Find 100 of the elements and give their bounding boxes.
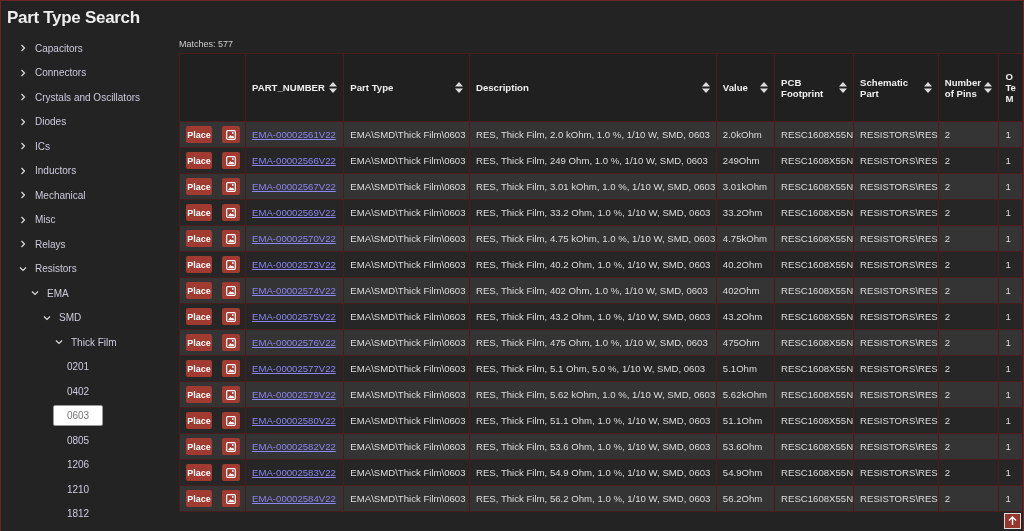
part-number-link[interactable]: EMA-00002574V22: [252, 285, 336, 296]
part-number-link[interactable]: EMA-00002583V22: [252, 467, 336, 478]
column-header[interactable]: Number of Pins: [938, 53, 999, 122]
image-icon[interactable]: [222, 178, 240, 195]
image-icon[interactable]: [222, 360, 240, 377]
table-cell: EMA\SMD\Thick Film\0603: [343, 303, 470, 330]
chevron-icon[interactable]: [19, 142, 27, 151]
sort-icon[interactable]: [760, 82, 769, 93]
column-header[interactable]: Part Type: [343, 53, 470, 122]
place-button[interactable]: Place: [186, 360, 212, 377]
tree-item[interactable]: 0603: [53, 405, 103, 427]
sort-icon[interactable]: [329, 82, 338, 93]
image-icon[interactable]: [222, 490, 240, 507]
tree-item[interactable]: Inductors: [35, 165, 77, 177]
tree-item[interactable]: SMD: [59, 312, 82, 324]
place-button[interactable]: Place: [186, 204, 212, 221]
part-number-link[interactable]: EMA-00002573V22: [252, 259, 336, 270]
image-icon[interactable]: [222, 152, 240, 169]
place-button[interactable]: Place: [186, 178, 212, 195]
place-button[interactable]: Place: [186, 308, 212, 325]
tree-item[interactable]: 0805: [53, 430, 103, 450]
column-header[interactable]: Description: [469, 53, 717, 122]
place-button[interactable]: Place: [186, 412, 212, 429]
part-number-link[interactable]: EMA-00002570V22: [252, 233, 336, 244]
part-number-link[interactable]: EMA-00002580V22: [252, 415, 336, 426]
column-header[interactable]: PCB Footprint: [774, 53, 854, 122]
tree-item[interactable]: 0402: [53, 381, 103, 401]
part-number-link[interactable]: EMA-00002575V22: [252, 311, 336, 322]
table-cell: EMA\SMD\Thick Film\0603: [343, 121, 470, 148]
column-header[interactable]: PART_NUMBER: [245, 53, 344, 122]
tree-item[interactable]: Connectors: [35, 67, 87, 79]
place-button[interactable]: Place: [186, 152, 212, 169]
tree-item[interactable]: 1206: [53, 455, 103, 475]
image-icon[interactable]: [222, 256, 240, 273]
table-cell: RESC1608X55N: [774, 459, 854, 486]
sort-icon[interactable]: [984, 82, 993, 93]
column-header[interactable]: Schematic Part: [853, 53, 939, 122]
place-button[interactable]: Place: [186, 464, 212, 481]
image-icon[interactable]: [222, 282, 240, 299]
sort-icon[interactable]: [455, 82, 463, 93]
part-number-link[interactable]: EMA-00002579V22: [252, 389, 336, 400]
image-icon[interactable]: [222, 438, 240, 455]
tree-item[interactable]: EMA: [47, 287, 69, 299]
place-button[interactable]: Place: [186, 438, 212, 455]
image-icon[interactable]: [222, 386, 240, 403]
image-icon[interactable]: [222, 230, 240, 247]
tree-item[interactable]: Capacitors: [35, 42, 83, 54]
column-header[interactable]: Value: [716, 53, 775, 122]
chevron-icon[interactable]: [19, 93, 27, 102]
tree-item[interactable]: Thick Film: [71, 336, 117, 348]
tree-item[interactable]: Misc: [35, 214, 56, 226]
image-icon[interactable]: [222, 464, 240, 481]
chevron-icon[interactable]: [31, 289, 39, 298]
table-cell: RESISTORS\RES: [853, 433, 939, 460]
table-cell: EMA\SMD\Thick Film\0603: [343, 407, 470, 434]
part-number-link[interactable]: EMA-00002584V22: [252, 493, 336, 504]
place-button[interactable]: Place: [186, 126, 212, 143]
sort-icon[interactable]: [839, 82, 848, 93]
chevron-icon[interactable]: [19, 240, 27, 249]
image-icon[interactable]: [222, 204, 240, 221]
tree-item[interactable]: Crystals and Oscillators: [35, 91, 141, 103]
chevron-icon[interactable]: [19, 191, 27, 200]
tree-item[interactable]: 0201: [53, 357, 103, 377]
chevron-icon[interactable]: [19, 166, 27, 175]
tree-item[interactable]: Relays: [35, 238, 66, 250]
image-icon[interactable]: [222, 412, 240, 429]
part-number-link[interactable]: EMA-00002569V22: [252, 207, 336, 218]
place-button[interactable]: Place: [186, 282, 212, 299]
part-number-link[interactable]: EMA-00002567V22: [252, 181, 336, 192]
tree-item[interactable]: 1210: [53, 479, 103, 499]
chevron-icon[interactable]: [19, 68, 27, 77]
sort-icon[interactable]: [701, 82, 710, 93]
tree-item[interactable]: 1812: [53, 504, 103, 524]
chevron-icon[interactable]: [19, 215, 27, 224]
tree-item[interactable]: Resistors: [35, 263, 77, 275]
chevron-icon[interactable]: [55, 338, 63, 347]
scroll-top-button[interactable]: [1004, 513, 1021, 529]
part-number-link[interactable]: EMA-00002577V22: [252, 363, 336, 374]
part-number-link[interactable]: EMA-00002576V22: [252, 337, 336, 348]
part-number-link[interactable]: EMA-00002566V22: [252, 155, 336, 166]
image-icon[interactable]: [222, 308, 240, 325]
part-number-link[interactable]: EMA-00002561V22: [252, 129, 336, 140]
place-button[interactable]: Place: [186, 490, 212, 507]
chevron-icon[interactable]: [19, 44, 27, 53]
image-icon[interactable]: [222, 126, 240, 143]
tree-item[interactable]: Diodes: [35, 116, 67, 128]
image-icon[interactable]: [222, 334, 240, 351]
chevron-icon[interactable]: [43, 313, 51, 322]
place-button[interactable]: Place: [186, 230, 212, 247]
place-button[interactable]: Place: [186, 334, 212, 351]
part-number-link[interactable]: EMA-00002582V22: [252, 441, 336, 452]
chevron-icon[interactable]: [19, 264, 27, 273]
arrow-up-icon[interactable]: [1008, 516, 1017, 526]
match-count: Matches: 577: [179, 39, 234, 49]
place-button[interactable]: Place: [186, 256, 212, 273]
place-button[interactable]: Place: [186, 386, 212, 403]
chevron-icon[interactable]: [19, 117, 27, 126]
tree-item[interactable]: ICs: [35, 140, 50, 152]
sort-icon[interactable]: [923, 82, 932, 93]
tree-item[interactable]: Mechanical: [35, 189, 86, 201]
